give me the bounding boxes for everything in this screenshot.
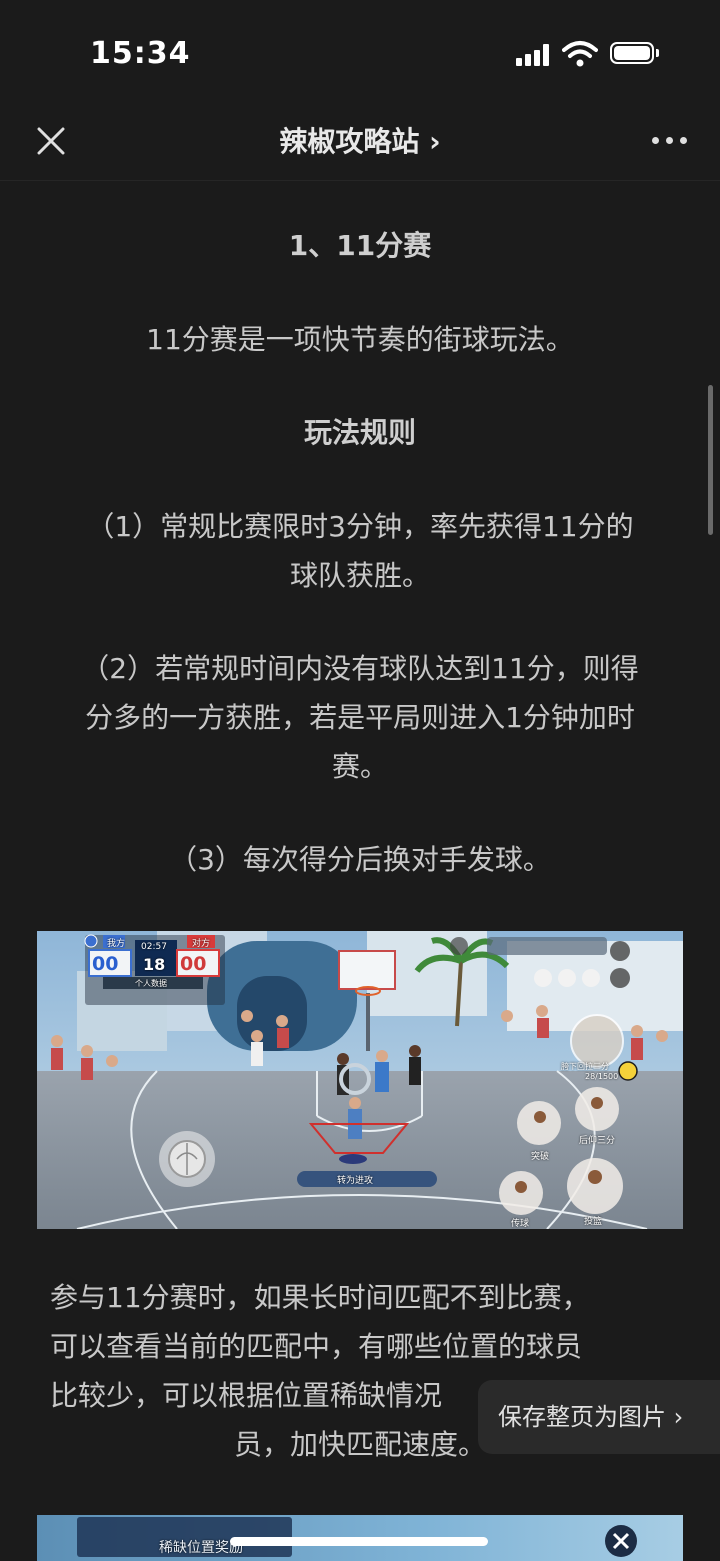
rule-2-line-1: （2）若常规时间内没有球队达到11分，则得: [81, 652, 639, 685]
save-page-as-image-button[interactable]: 保存整页为图片 ›: [478, 1380, 720, 1454]
wifi-icon: [562, 41, 598, 67]
para-line-2: 可以查看当前的匹配中，有哪些位置的球员: [50, 1330, 583, 1363]
close-icon[interactable]: [603, 1523, 639, 1559]
skill-name: 胯下回拉三分: [561, 1062, 609, 1071]
status-time: 15:34: [90, 36, 191, 71]
stats-title: 个人数据: [135, 979, 167, 988]
para-line-1: 参与11分赛时，如果长时间匹配不到比赛，: [50, 1281, 590, 1314]
section-heading: 1、11分赛: [288, 229, 432, 262]
pass-label: 传球: [511, 1219, 530, 1229]
rule-2-line-3: 赛。: [331, 750, 388, 783]
game-clock: 02:57: [141, 942, 167, 952]
shoot-label: 投篮: [584, 1217, 603, 1227]
rule-3: （3）每次得分后换对手发球。: [169, 843, 551, 876]
cellular-signal-icon: [516, 44, 552, 66]
rule-2-line-2: 分多的一方获胜，若是平局则进入1分钟加时: [85, 701, 635, 734]
breakthrough-button[interactable]: [517, 1101, 561, 1145]
intro-text: 11分赛是一项快节奏的街球玩法。: [146, 323, 574, 356]
battery-icon: [610, 42, 654, 64]
more-options-icon[interactable]: [646, 124, 692, 154]
home-indicator[interactable]: [230, 1537, 488, 1546]
account-title-link[interactable]: 辣椒攻略站 ›: [0, 120, 720, 160]
home-score: 00: [92, 953, 119, 975]
action-label: 转为进攻: [337, 1176, 374, 1186]
away-score: 00: [180, 953, 207, 975]
status-bar: 15:34: [0, 0, 720, 100]
rules-title: 玩法规则: [303, 416, 416, 449]
skill-bar: 28/1500: [585, 1072, 619, 1081]
rule-1-line-1: （1）常规比赛限时3分钟，率先获得11分的: [86, 510, 634, 543]
scrollbar[interactable]: [708, 385, 713, 535]
fadeaway-label: 后仰三分: [579, 1136, 616, 1146]
home-label: 我方: [107, 939, 126, 949]
skill-button[interactable]: [570, 1014, 624, 1068]
nav-bar: 辣椒攻略站 ›: [0, 100, 720, 181]
rule-1-line-2: 球队获胜。: [289, 559, 430, 592]
game-screenshot: 我方 对方 02:57 18 00 00 个人数据 转为进攻 胯下回拉三分 28…: [37, 931, 683, 1229]
shoot-button[interactable]: [567, 1158, 623, 1214]
breakthrough-label: 突破: [531, 1152, 550, 1162]
shot-clock: 18: [143, 955, 166, 974]
battery-tip: [656, 49, 659, 57]
away-label: 对方: [192, 939, 211, 949]
